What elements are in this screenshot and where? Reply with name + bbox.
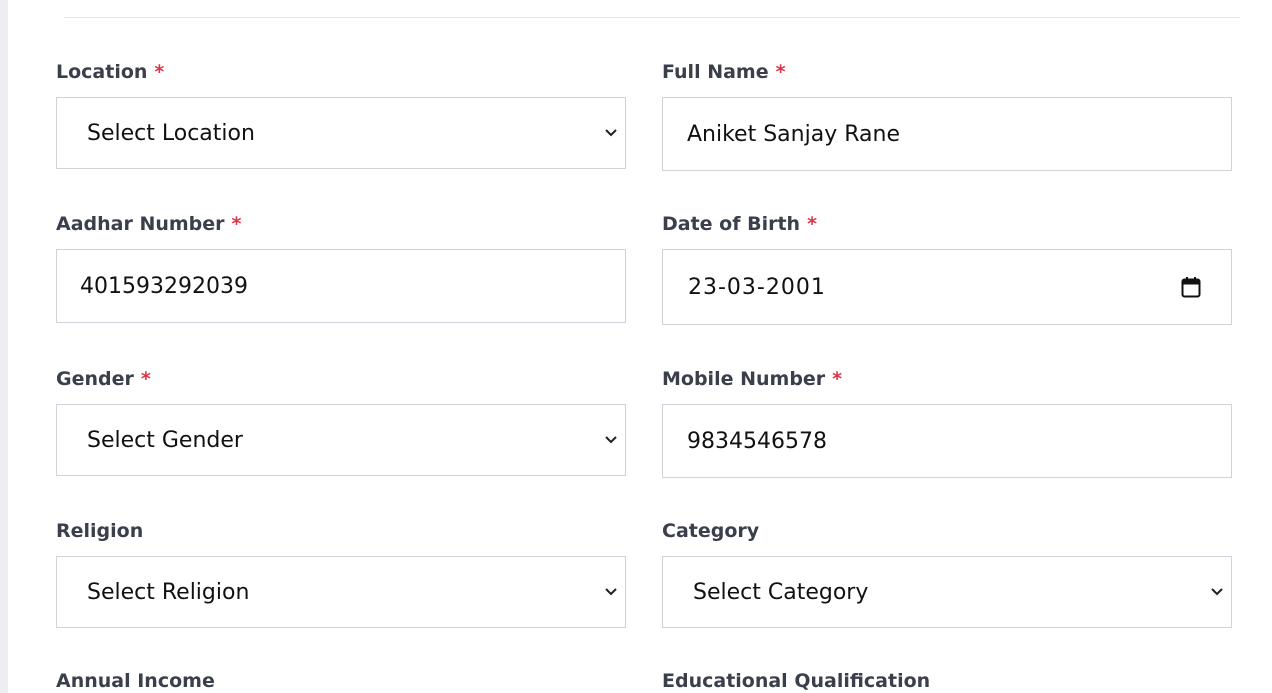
section-divider: [64, 17, 1240, 18]
date-of-birth-label: Date of Birth *: [662, 212, 817, 236]
gender-select[interactable]: Select Gender: [56, 404, 626, 476]
religion-select-value: Select Religion: [87, 579, 250, 605]
required-asterisk: *: [807, 213, 818, 235]
religion-label: Religion: [56, 520, 144, 542]
category-select[interactable]: Select Category: [662, 556, 1232, 628]
aadhar-number-label: Aadhar Number *: [56, 212, 241, 236]
page-background-edge: [0, 0, 8, 693]
gender-label: Gender *: [56, 367, 151, 391]
full-name-input-value: Aniket Sanjay Rane: [687, 121, 900, 147]
location-label: Location *: [56, 60, 164, 84]
category-label: Category: [662, 520, 760, 542]
full-name-label-text: Full Name: [662, 61, 769, 83]
mobile-number-label: Mobile Number *: [662, 367, 842, 391]
religion-select[interactable]: Select Religion: [56, 556, 626, 628]
date-of-birth-input-value: 23-03-2001: [688, 274, 826, 300]
mobile-number-input[interactable]: 9834546578: [662, 404, 1232, 478]
chevron-down-icon: [605, 588, 617, 596]
required-asterisk: *: [154, 61, 165, 83]
aadhar-number-label-text: Aadhar Number: [56, 213, 225, 235]
chevron-down-icon: [605, 129, 617, 137]
mobile-number-input-value: 9834546578: [687, 428, 827, 454]
full-name-input[interactable]: Aniket Sanjay Rane: [662, 97, 1232, 171]
full-name-label: Full Name *: [662, 60, 786, 84]
gender-label-text: Gender: [56, 368, 134, 390]
date-of-birth-input[interactable]: 23-03-2001: [662, 249, 1232, 325]
required-asterisk: *: [140, 368, 151, 390]
mobile-number-label-text: Mobile Number: [662, 368, 826, 390]
location-label-text: Location: [56, 61, 148, 83]
chevron-down-icon: [1211, 588, 1223, 596]
location-select[interactable]: Select Location: [56, 97, 626, 169]
calendar-icon[interactable]: [1181, 276, 1201, 298]
educational-qualification-label: Educational Qualification: [662, 670, 931, 692]
chevron-down-icon: [605, 436, 617, 444]
category-select-value: Select Category: [693, 579, 869, 605]
registration-form-card: Location * Select Location Full Name * Ani…: [8, 0, 1272, 693]
aadhar-number-input[interactable]: 401593292039: [56, 249, 626, 323]
annual-income-label: Annual Income: [56, 670, 215, 692]
required-asterisk: *: [832, 368, 843, 390]
location-select-value: Select Location: [87, 120, 255, 146]
gender-select-value: Select Gender: [87, 427, 243, 453]
date-of-birth-label-text: Date of Birth: [662, 213, 801, 235]
aadhar-number-input-value: 401593292039: [80, 273, 248, 299]
required-asterisk: *: [231, 213, 242, 235]
required-asterisk: *: [775, 61, 786, 83]
